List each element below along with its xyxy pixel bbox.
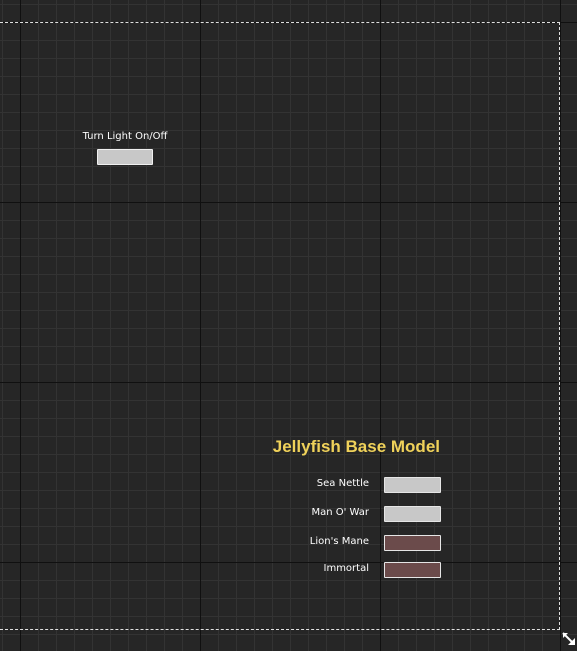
light-toggle-label: Turn Light On/Off [82,131,168,142]
model-option-man-o-war: Man O' War [250,505,450,523]
model-option-label: Immortal [323,563,370,574]
resize-handle-icon[interactable] [562,632,576,646]
model-option-lions-mane: Lion's Mane [250,534,450,552]
model-option-label: Sea Nettle [316,478,369,489]
model-option-sea-nettle: Sea Nettle [250,476,450,494]
panel-title: Jellyfish Base Model [272,437,440,456]
light-toggle-button[interactable] [97,149,153,165]
man-o-war-button[interactable] [384,506,441,522]
lions-mane-button[interactable] [384,535,441,551]
light-control: Turn Light On/Off [70,130,180,165]
sea-nettle-button[interactable] [384,477,441,493]
model-option-immortal: Immortal [250,561,450,579]
model-option-label: Man O' War [311,507,369,518]
immortal-button[interactable] [384,562,441,578]
model-option-label: Lion's Mane [309,536,369,547]
